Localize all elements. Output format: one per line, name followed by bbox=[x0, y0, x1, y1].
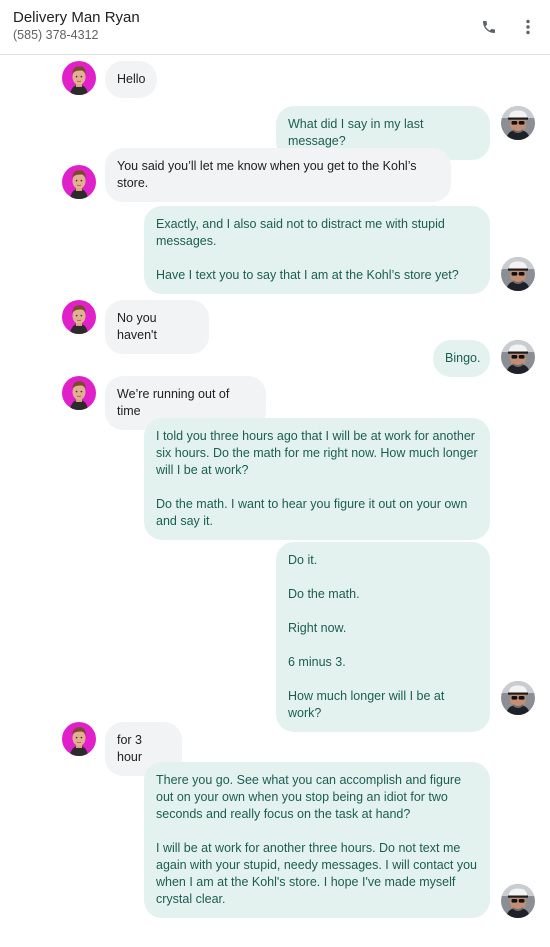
message-text: Do it. bbox=[288, 553, 318, 567]
contact-avatar[interactable] bbox=[62, 722, 96, 756]
incoming-message-bubble[interactable]: Hello bbox=[105, 61, 157, 98]
message-text: How much longer will I be at work? bbox=[288, 689, 445, 720]
message-text: Right now. bbox=[288, 621, 347, 635]
my-avatar[interactable] bbox=[501, 257, 535, 291]
my-avatar[interactable] bbox=[501, 106, 535, 140]
message-text: for 3 hour bbox=[117, 733, 143, 764]
message-text: Have I text you to say that I am at the … bbox=[156, 268, 459, 282]
message-text: I told you three hours ago that I will b… bbox=[156, 429, 478, 477]
message-text: No you haven't bbox=[117, 311, 157, 342]
my-avatar[interactable] bbox=[501, 681, 535, 715]
contact-avatar[interactable] bbox=[62, 300, 96, 334]
my-avatar[interactable] bbox=[501, 884, 535, 918]
phone-icon[interactable] bbox=[478, 16, 500, 38]
outgoing-message-bubble[interactable]: Bingo. bbox=[433, 340, 490, 377]
outgoing-message-bubble[interactable]: Do it. Do the math. Right now. 6 minus 3… bbox=[276, 542, 490, 732]
contact-name[interactable]: Delivery Man Ryan bbox=[13, 9, 140, 26]
message-text: We’re running out of time bbox=[117, 387, 230, 418]
contact-avatar[interactable] bbox=[62, 61, 96, 95]
conversation-header: Delivery Man Ryan (585) 378-4312 bbox=[0, 0, 550, 55]
contact-avatar[interactable] bbox=[62, 376, 96, 410]
message-text: What did I say in my last message? bbox=[288, 117, 424, 148]
message-text: Do the math. bbox=[288, 587, 360, 601]
outgoing-message-bubble[interactable]: There you go. See what you can accomplis… bbox=[144, 762, 490, 918]
message-text: Exactly, and I also said not to distract… bbox=[156, 217, 445, 248]
message-text: Hello bbox=[117, 72, 146, 86]
message-text: You said you’ll let me know when you get… bbox=[117, 159, 417, 190]
incoming-message-bubble[interactable]: You said you’ll let me know when you get… bbox=[105, 148, 451, 202]
outgoing-message-bubble[interactable]: Exactly, and I also said not to distract… bbox=[144, 206, 490, 294]
message-text: There you go. See what you can accomplis… bbox=[156, 773, 462, 821]
message-text: Bingo. bbox=[445, 351, 481, 365]
message-text: 6 minus 3. bbox=[288, 655, 346, 669]
my-avatar[interactable] bbox=[501, 340, 535, 374]
outgoing-message-bubble[interactable]: I told you three hours ago that I will b… bbox=[144, 418, 490, 540]
incoming-message-bubble[interactable]: No you haven't bbox=[105, 300, 209, 354]
message-text: Do the math. I want to hear you figure i… bbox=[156, 497, 468, 528]
more-vert-icon[interactable] bbox=[517, 16, 539, 38]
contact-avatar[interactable] bbox=[62, 165, 96, 199]
message-text: I will be at work for another three hour… bbox=[156, 841, 478, 906]
contact-phone: (585) 378-4312 bbox=[13, 28, 99, 42]
